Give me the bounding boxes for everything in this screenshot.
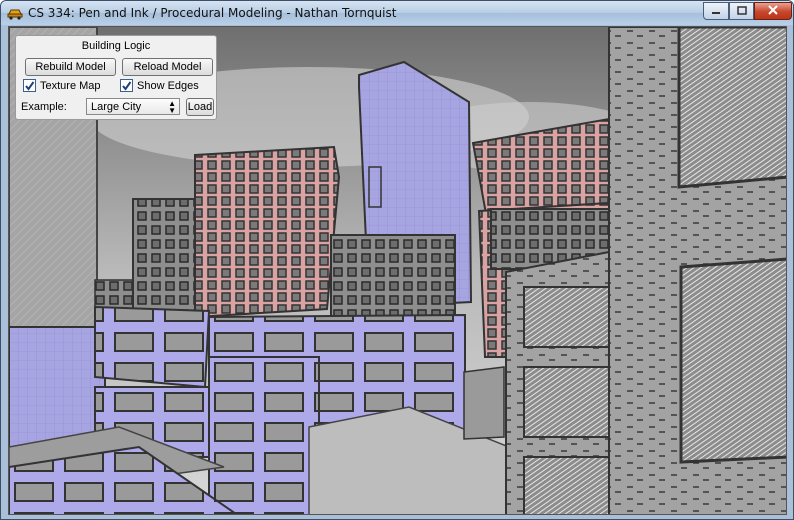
checkmark-icon: [122, 81, 132, 91]
close-button[interactable]: [754, 2, 792, 20]
rebuild-model-button[interactable]: Rebuild Model: [25, 58, 116, 76]
load-button[interactable]: Load: [186, 98, 214, 116]
reload-model-button[interactable]: Reload Model: [122, 58, 213, 76]
maximize-button[interactable]: [729, 2, 754, 20]
application-window: CS 334: Pen and Ink / Procedural Modelin…: [0, 0, 794, 520]
building-logic-panel: Building Logic Rebuild Model Reload Mode…: [15, 35, 217, 120]
checkmark-icon: [25, 81, 35, 91]
show-edges-label: Show Edges: [137, 79, 199, 92]
maximize-icon: [736, 2, 747, 20]
minimize-icon: [711, 2, 721, 20]
up-down-arrow-icon: ▲ ▼: [168, 99, 176, 115]
close-icon: [768, 2, 778, 20]
title-bar[interactable]: CS 334: Pen and Ink / Procedural Modelin…: [1, 1, 793, 25]
example-label: Example:: [21, 101, 67, 113]
panel-title: Building Logic: [81, 40, 151, 52]
car-icon: [7, 6, 23, 20]
window-title: CS 334: Pen and Ink / Procedural Modelin…: [28, 6, 397, 20]
example-select-value: Large City: [91, 100, 142, 113]
texture-map-label: Texture Map: [40, 79, 101, 92]
checkbox-box[interactable]: [23, 79, 36, 92]
show-edges-checkbox[interactable]: Show Edges: [120, 79, 199, 92]
checkbox-box[interactable]: [120, 79, 133, 92]
minimize-button[interactable]: [703, 2, 729, 20]
texture-map-checkbox[interactable]: Texture Map: [23, 79, 101, 92]
example-select[interactable]: Large City ▲ ▼: [86, 98, 180, 115]
